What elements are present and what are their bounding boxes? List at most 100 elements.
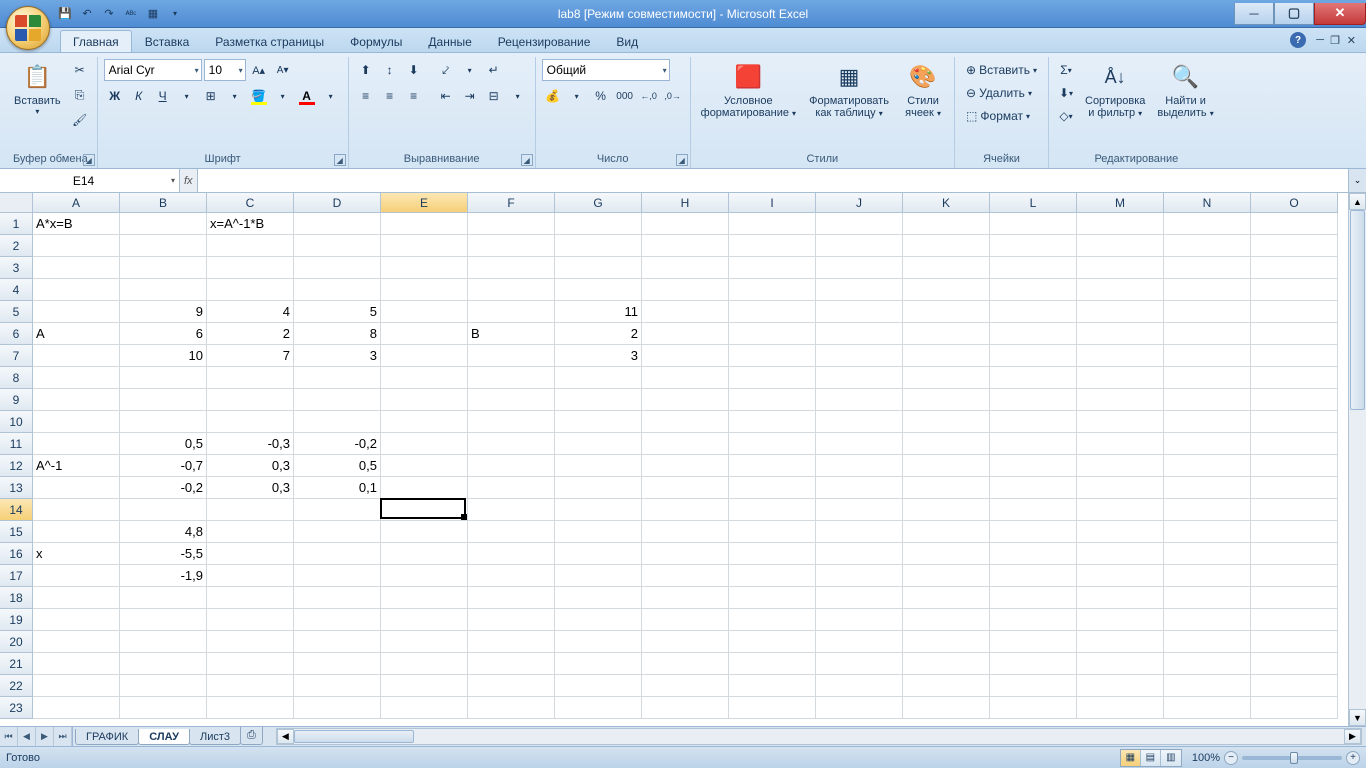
cell[interactable] [120,411,207,433]
cell[interactable] [1251,213,1338,235]
cell[interactable] [642,433,729,455]
cell[interactable] [1077,213,1164,235]
cell[interactable] [468,235,555,257]
cell[interactable] [1164,675,1251,697]
cell[interactable] [642,411,729,433]
row-header[interactable]: 21 [0,653,33,675]
cell[interactable] [1077,609,1164,631]
cell[interactable] [990,301,1077,323]
cell[interactable] [33,499,120,521]
increase-decimal-icon[interactable]: ←,0 [638,85,660,107]
cell[interactable] [642,389,729,411]
close-button[interactable]: ✕ [1314,3,1366,25]
cell[interactable] [903,521,990,543]
cell[interactable] [1251,477,1338,499]
cut-icon[interactable]: ✂ [69,59,91,81]
cell[interactable] [1164,323,1251,345]
bold-button[interactable]: Ж [104,85,126,107]
cell[interactable] [1164,301,1251,323]
spreadsheet-grid[interactable]: ABCDEFGHIJKLMNO 123456789101112131415161… [0,193,1366,726]
cell[interactable] [903,411,990,433]
font-name-combo[interactable]: Arial Cyr▾ [104,59,202,81]
cell[interactable] [120,367,207,389]
cell[interactable]: -0,3 [207,433,294,455]
last-sheet-icon[interactable]: ⏭ [54,727,72,746]
column-header[interactable]: K [903,193,990,213]
cell[interactable]: -5,5 [120,543,207,565]
cell[interactable] [729,653,816,675]
cell[interactable] [468,389,555,411]
row-header[interactable]: 11 [0,433,33,455]
cell[interactable] [1077,389,1164,411]
cell[interactable] [120,499,207,521]
cell[interactable] [903,543,990,565]
cell[interactable] [1251,389,1338,411]
cell[interactable] [555,543,642,565]
cell[interactable] [1077,433,1164,455]
row-header[interactable]: 18 [0,587,33,609]
cell[interactable] [816,235,903,257]
cell[interactable] [207,543,294,565]
cell[interactable] [729,455,816,477]
cell[interactable] [381,455,468,477]
undo-icon[interactable]: ↶ [77,4,97,24]
cell[interactable] [816,411,903,433]
cell[interactable] [1164,477,1251,499]
expand-formula-bar-icon[interactable]: ⌄ [1348,169,1366,192]
cell[interactable] [294,213,381,235]
cell[interactable]: -1,9 [120,565,207,587]
cell[interactable] [990,411,1077,433]
cell[interactable] [642,367,729,389]
cell[interactable] [120,389,207,411]
cell[interactable] [381,565,468,587]
cell[interactable] [642,213,729,235]
column-header[interactable]: A [33,193,120,213]
cell[interactable]: B [468,323,555,345]
cell[interactable] [1077,543,1164,565]
cell[interactable]: 11 [555,301,642,323]
cell[interactable] [729,367,816,389]
cell[interactable] [1077,565,1164,587]
row-header[interactable]: 17 [0,565,33,587]
cell[interactable] [642,257,729,279]
cell[interactable] [903,433,990,455]
cell[interactable] [1251,301,1338,323]
cell[interactable] [990,367,1077,389]
cell[interactable] [1251,433,1338,455]
comma-style-icon[interactable]: 000 [614,85,636,107]
cell[interactable] [381,367,468,389]
cell[interactable] [120,609,207,631]
cell[interactable]: 3 [294,345,381,367]
cell[interactable] [207,279,294,301]
number-format-combo[interactable]: Общий▾ [542,59,670,81]
cell[interactable] [1164,279,1251,301]
align-top-icon[interactable]: ⬆ [355,59,377,81]
name-box[interactable]: ▾ [0,169,180,192]
cell[interactable] [294,653,381,675]
cell[interactable] [207,367,294,389]
cell[interactable] [468,609,555,631]
cell[interactable] [1077,367,1164,389]
column-header[interactable]: J [816,193,903,213]
cell[interactable] [33,675,120,697]
cell[interactable]: 2 [555,323,642,345]
cell[interactable] [729,543,816,565]
cell[interactable] [816,587,903,609]
column-header[interactable]: N [1164,193,1251,213]
cell[interactable] [1077,697,1164,719]
cell[interactable] [990,279,1077,301]
cell[interactable] [207,631,294,653]
scroll-left-icon[interactable]: ◀ [277,729,294,744]
cell[interactable] [120,587,207,609]
cell[interactable] [381,213,468,235]
cell[interactable] [381,587,468,609]
cell[interactable] [555,279,642,301]
cell[interactable] [1164,499,1251,521]
cell[interactable] [729,279,816,301]
cell[interactable] [555,367,642,389]
cell[interactable] [729,587,816,609]
cell[interactable] [1251,279,1338,301]
column-header[interactable]: D [294,193,381,213]
cell[interactable] [729,675,816,697]
cell[interactable] [1164,367,1251,389]
